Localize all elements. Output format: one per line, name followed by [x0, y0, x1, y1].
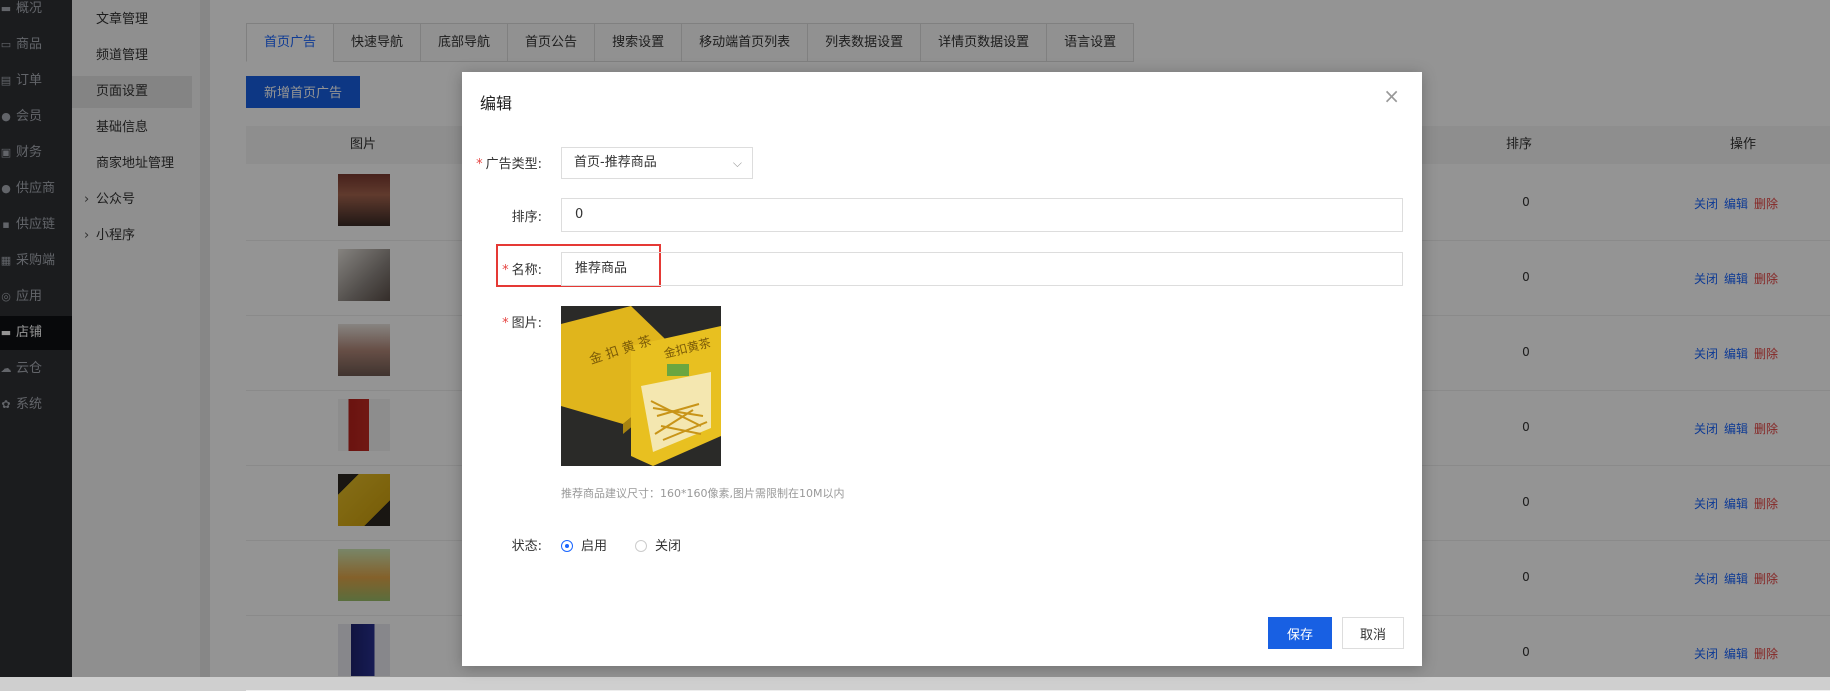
radio-checked-icon	[561, 540, 573, 552]
name-label: * 名称:	[502, 263, 542, 278]
radio-unchecked-icon	[635, 540, 647, 552]
close-icon[interactable]: ×	[1383, 84, 1400, 108]
dialog-title: 编辑	[480, 94, 513, 113]
image-size-hint: 推荐商品建议尺寸：160*160像素,图片需限制在10M以内	[561, 487, 845, 500]
chevron-down-icon: ⌵	[732, 156, 742, 170]
edit-dialog: 编辑 × * 广告类型: 首页-推荐商品 ⌵ 排序: 0 * 名称: 推荐商品 * 图片…	[462, 72, 1422, 666]
product-image: 金 扣 黄 茶 金扣黄茶	[561, 306, 721, 466]
status-disable-radio[interactable]: 关闭	[635, 535, 681, 554]
status-enable-radio[interactable]: 启用	[561, 535, 607, 554]
ad-type-select[interactable]: 首页-推荐商品 ⌵	[561, 147, 753, 179]
cancel-button[interactable]: 取消	[1342, 617, 1404, 649]
rank-input[interactable]: 0	[561, 198, 1403, 232]
save-button[interactable]: 保存	[1268, 617, 1332, 649]
status-label: 状态:	[511, 539, 542, 554]
image-label: * 图片:	[502, 316, 542, 331]
ad-type-label: * 广告类型:	[476, 157, 542, 172]
name-input[interactable]: 推荐商品	[561, 252, 1403, 286]
ad-image-upload[interactable]: 金 扣 黄 茶 金扣黄茶	[561, 306, 721, 466]
rank-label: 排序:	[511, 210, 542, 225]
